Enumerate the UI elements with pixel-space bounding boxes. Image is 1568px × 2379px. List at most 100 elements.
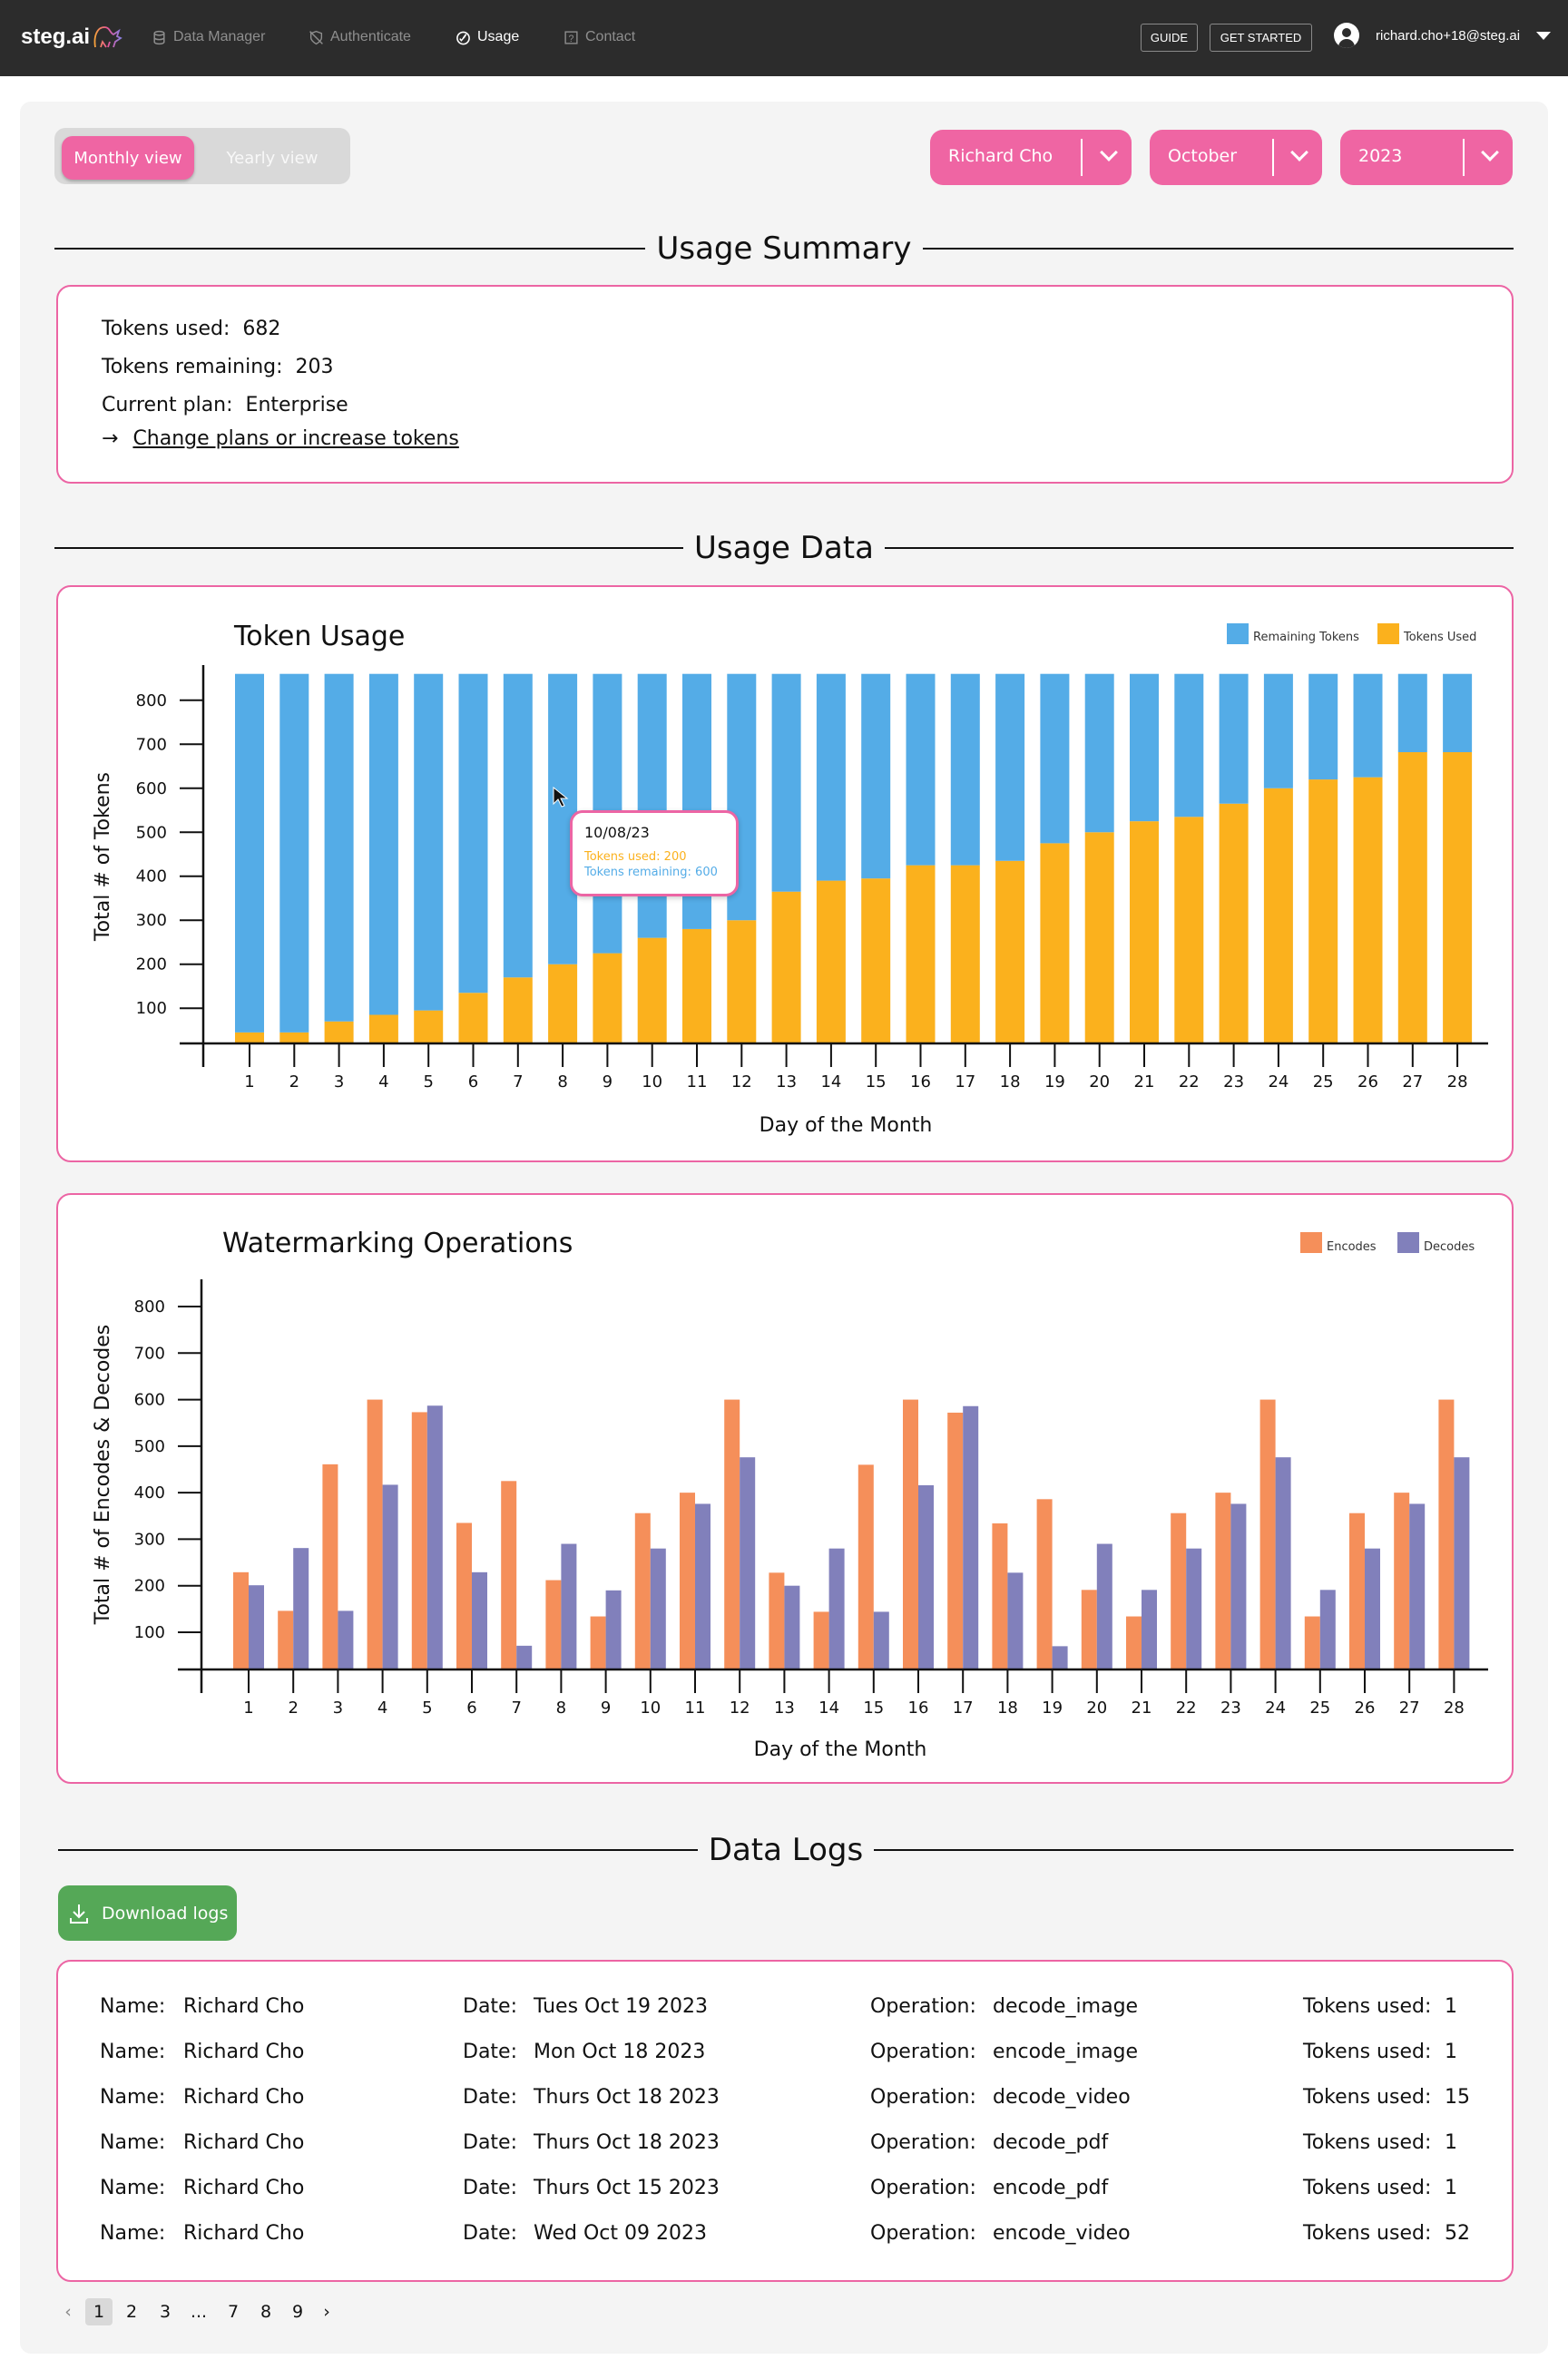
bar-remaining-tokens[interactable] [1040,673,1070,844]
bar-tokens-used[interactable] [816,880,846,1043]
bar-tokens-used[interactable] [1219,803,1249,1043]
bar-remaining-tokens[interactable] [950,673,980,866]
bar-encodes[interactable] [1259,1399,1276,1669]
bar-encodes[interactable] [813,1611,829,1669]
bar-decodes[interactable] [1186,1548,1202,1669]
bar-remaining-tokens[interactable] [458,673,488,994]
bar-tokens-used[interactable] [1353,777,1383,1043]
pagination-page[interactable]: 3 [152,2298,179,2325]
bar-tokens-used[interactable] [235,1032,264,1043]
bar-tokens-used[interactable] [503,977,533,1043]
bar-decodes[interactable] [695,1503,710,1669]
bar-tokens-used[interactable] [279,1032,309,1043]
bar-tokens-used[interactable] [458,993,488,1043]
pagination-page[interactable]: 9 [284,2298,311,2325]
bar-encodes[interactable] [634,1513,651,1669]
bar-encodes[interactable] [322,1464,338,1669]
bar-remaining-tokens[interactable] [414,673,444,1011]
pagination-page[interactable]: 8 [252,2298,279,2325]
bar-encodes[interactable] [411,1412,427,1669]
bar-encodes[interactable] [1438,1399,1455,1669]
bar-tokens-used[interactable] [324,1021,354,1043]
bar-decodes[interactable] [1275,1457,1291,1669]
bar-remaining-tokens[interactable] [503,673,533,978]
bar-remaining-tokens[interactable] [1084,673,1114,833]
bar-remaining-tokens[interactable] [816,673,846,881]
bar-encodes[interactable] [545,1580,562,1669]
bar-decodes[interactable] [1142,1590,1157,1669]
bar-decodes[interactable] [338,1610,354,1669]
bar-decodes[interactable] [918,1484,934,1669]
bar-decodes[interactable] [605,1590,622,1669]
bar-encodes[interactable] [501,1481,517,1669]
bar-decodes[interactable] [561,1543,577,1669]
bar-encodes[interactable] [992,1522,1008,1669]
bar-tokens-used[interactable] [1397,752,1427,1043]
bar-encodes[interactable] [903,1399,918,1669]
bar-tokens-used[interactable] [1130,821,1159,1043]
bar-decodes[interactable] [1052,1646,1068,1669]
bar-remaining-tokens[interactable] [861,673,891,879]
pagination-page[interactable]: 2 [118,2298,145,2325]
bar-encodes[interactable] [1304,1616,1320,1669]
bar-tokens-used[interactable] [771,891,801,1043]
pagination-prev-button[interactable]: ‹ [54,2298,82,2325]
bar-decodes[interactable] [249,1585,264,1669]
bar-encodes[interactable] [233,1571,249,1669]
bar-encodes[interactable] [724,1399,740,1669]
bar-remaining-tokens[interactable] [324,673,354,1022]
bar-remaining-tokens[interactable] [279,673,309,1033]
bar-encodes[interactable] [1036,1499,1053,1669]
bar-tokens-used[interactable] [1443,752,1473,1043]
bar-tokens-used[interactable] [682,928,711,1043]
bar-decodes[interactable] [1319,1590,1336,1669]
bar-remaining-tokens[interactable] [1443,673,1473,753]
bar-encodes[interactable] [1171,1513,1187,1669]
bar-decodes[interactable] [472,1571,487,1669]
bar-encodes[interactable] [1215,1493,1231,1669]
bar-remaining-tokens[interactable] [906,673,936,866]
bar-decodes[interactable] [1454,1457,1470,1669]
bar-decodes[interactable] [293,1548,309,1669]
bar-remaining-tokens[interactable] [995,673,1025,861]
bar-decodes[interactable] [382,1484,398,1669]
bar-tokens-used[interactable] [727,920,757,1043]
download-logs-button[interactable]: Download logs [58,1885,237,1941]
bar-decodes[interactable] [828,1548,845,1669]
bar-decodes[interactable] [426,1405,443,1669]
bar-encodes[interactable] [590,1616,606,1669]
bar-tokens-used[interactable] [1174,817,1204,1043]
bar-remaining-tokens[interactable] [1130,673,1159,822]
pagination-page[interactable]: 7 [220,2298,247,2325]
bar-decodes[interactable] [740,1457,756,1669]
bar-tokens-used[interactable] [861,878,891,1043]
bar-encodes[interactable] [1394,1493,1410,1669]
pagination-page[interactable]: 1 [85,2298,113,2325]
bar-remaining-tokens[interactable] [637,673,667,938]
bar-decodes[interactable] [1007,1572,1024,1669]
bar-decodes[interactable] [963,1405,979,1669]
bar-decodes[interactable] [1365,1548,1380,1669]
bar-remaining-tokens[interactable] [1263,673,1293,788]
bar-encodes[interactable] [367,1399,383,1669]
bar-encodes[interactable] [680,1493,695,1669]
bar-remaining-tokens[interactable] [1219,673,1249,804]
bar-tokens-used[interactable] [637,937,667,1043]
bar-remaining-tokens[interactable] [771,673,801,892]
bar-encodes[interactable] [1349,1513,1365,1669]
bar-decodes[interactable] [784,1585,800,1669]
bar-tokens-used[interactable] [1040,843,1070,1043]
bar-decodes[interactable] [1096,1543,1112,1669]
bar-remaining-tokens[interactable] [1174,673,1204,817]
bar-tokens-used[interactable] [414,1010,444,1043]
bar-encodes[interactable] [1081,1590,1097,1669]
bar-tokens-used[interactable] [368,1014,398,1043]
bar-encodes[interactable] [278,1610,294,1669]
bar-decodes[interactable] [1409,1503,1426,1669]
bar-remaining-tokens[interactable] [1308,673,1338,780]
bar-tokens-used[interactable] [1308,779,1338,1043]
bar-decodes[interactable] [1230,1503,1247,1669]
bar-tokens-used[interactable] [548,964,578,1043]
bar-encodes[interactable] [456,1522,472,1669]
pagination-next-button[interactable]: › [313,2298,340,2325]
